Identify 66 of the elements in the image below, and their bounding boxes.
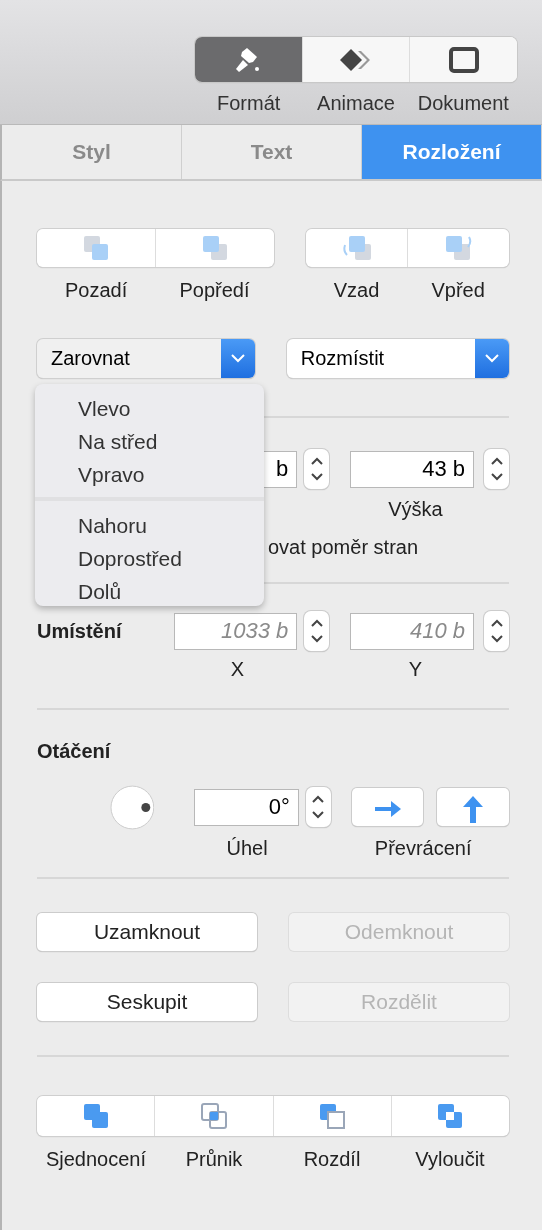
toolbar-button[interactable] <box>409 37 517 82</box>
height-field[interactable]: 43 b <box>350 450 474 488</box>
position-label: Umístění <box>37 619 123 644</box>
rotation-knob[interactable] <box>109 784 155 830</box>
window-icon <box>448 46 479 73</box>
stepper-arrows-icon <box>311 793 326 821</box>
y-field[interactable]: 410 b <box>350 612 474 650</box>
stepper-arrows-icon <box>489 455 504 483</box>
shapes-icon <box>317 1101 348 1131</box>
menu-item[interactable]: Doprostřed <box>35 542 264 575</box>
height-label: Výška <box>387 497 444 522</box>
arrange-button[interactable] <box>154 229 274 267</box>
arrange-button[interactable] <box>305 229 407 267</box>
chevron-down-icon <box>230 354 245 363</box>
x-label: X <box>229 657 246 682</box>
menu-item[interactable]: Nahoru <box>35 509 264 542</box>
popup-button[interactable]: Zarovnat <box>37 339 255 378</box>
stepper[interactable] <box>484 611 509 651</box>
shape-label: Rozdíl <box>302 1147 362 1172</box>
flip-vertical-button[interactable] <box>437 788 509 826</box>
stepper-arrows-icon <box>309 617 324 645</box>
shape-label: Sjednocení <box>44 1147 148 1172</box>
arrange-label: Vzad <box>332 278 381 303</box>
popup-button[interactable]: Rozmístit <box>286 339 509 378</box>
arrange-button[interactable] <box>406 229 509 267</box>
angle-field[interactable]: 0° <box>194 788 299 826</box>
arrange-label: Pozadí <box>64 278 129 303</box>
stack-icon <box>443 233 474 263</box>
stepper-arrows-icon <box>489 617 504 645</box>
menu-item[interactable]: Vpravo <box>35 458 264 491</box>
stepper[interactable] <box>305 787 331 827</box>
toolbar-label: Formát <box>216 91 282 116</box>
stepper[interactable] <box>484 449 509 489</box>
shape-button[interactable] <box>37 1096 155 1136</box>
stepper-arrows-icon <box>309 455 324 483</box>
up-arrow-icon <box>462 794 485 823</box>
toolbar-label: Animace <box>316 91 396 116</box>
stack-icon <box>341 233 372 263</box>
stepper[interactable] <box>304 611 330 651</box>
shapes-icon <box>198 1101 229 1131</box>
shape-label: Vyloučit <box>414 1147 486 1172</box>
chevron-down-icon <box>485 354 499 363</box>
action-button[interactable]: Seskupit <box>37 983 257 1021</box>
toolbar-button[interactable] <box>301 37 410 82</box>
angle-label: Úhel <box>225 836 269 861</box>
right-arrow-icon <box>372 798 403 819</box>
section-title: Otáčení <box>37 740 111 762</box>
y-label: Y <box>407 657 424 682</box>
arrange-label: Popředí <box>178 278 251 303</box>
arrange-label: Vpřed <box>430 278 486 303</box>
shape-button[interactable] <box>154 1096 273 1136</box>
toolbar-label: Dokument <box>416 91 510 116</box>
x-field[interactable]: 1033 b <box>173 612 298 650</box>
toolbar-button[interactable] <box>195 37 302 82</box>
shape-button[interactable] <box>390 1096 509 1136</box>
shape-button[interactable] <box>272 1096 391 1136</box>
flip-label: Převrácení <box>373 836 473 861</box>
stepper[interactable] <box>304 449 330 489</box>
action-button[interactable]: Uzamknout <box>37 913 257 951</box>
menu-item[interactable]: Na střed <box>35 425 264 458</box>
shape-label: Průnik <box>184 1147 244 1172</box>
constrain-label: ovat poměr stran <box>268 536 419 558</box>
menu-item[interactable]: Vlevo <box>35 392 264 425</box>
menu-item[interactable]: Dolů <box>35 575 264 608</box>
flip-horizontal-button[interactable] <box>351 788 424 826</box>
arrange-button[interactable] <box>37 229 155 267</box>
